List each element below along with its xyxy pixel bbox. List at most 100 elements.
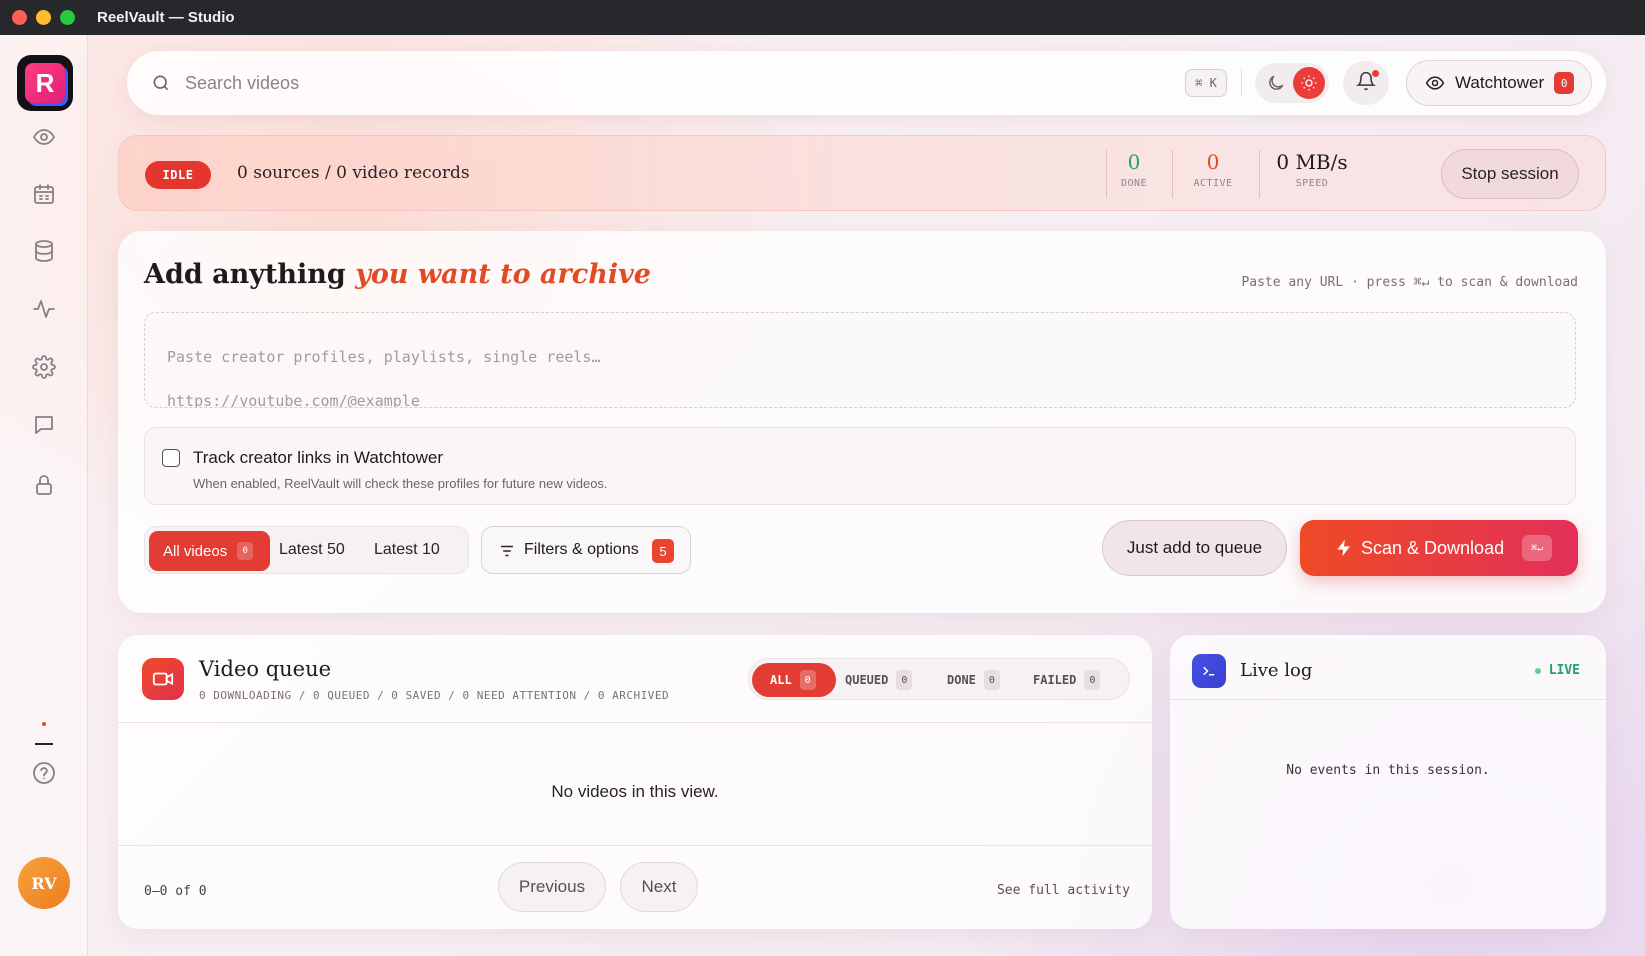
sidebar-item-library[interactable] xyxy=(29,238,59,268)
segment-all-videos[interactable]: All videos 0 xyxy=(149,531,270,571)
empty-state: No videos in this view. xyxy=(551,782,719,801)
stat-active-label: ACTIVE xyxy=(1193,178,1233,189)
top-search-bar: ⌘ K Watchtower 0 xyxy=(127,51,1606,115)
divider xyxy=(118,722,1152,723)
add-card: Add anything you want to archive Paste a… xyxy=(118,231,1606,613)
collapse-sidebar-handle[interactable] xyxy=(35,743,53,745)
scan-download-label: Scan & Download xyxy=(1361,538,1505,558)
segment-all-count: 0 xyxy=(237,542,254,560)
help-icon xyxy=(32,761,56,790)
tab-queued[interactable]: QUEUED 0 xyxy=(845,663,913,697)
scan-download-button[interactable]: Scan & Download ⌘↵ xyxy=(1300,520,1578,576)
title-bar: ReelVault — Studio xyxy=(0,0,1645,35)
sidebar-item-settings[interactable] xyxy=(29,354,59,384)
video-queue-summary: 0 DOWNLOADING / 0 QUEUED / 0 SAVED / 0 N… xyxy=(199,689,670,702)
live-log-title: Live log xyxy=(1240,660,1313,681)
tab-all-label: ALL xyxy=(770,673,792,687)
divider xyxy=(1170,699,1606,700)
sidebar-item-watch[interactable] xyxy=(29,124,59,154)
live-log-card: Live log LIVE No events in this session. xyxy=(1170,635,1606,929)
search-icon xyxy=(151,73,171,93)
moon-icon[interactable] xyxy=(1266,73,1286,93)
log-empty-state: No events in this session. xyxy=(1286,763,1490,778)
tab-failed-label: FAILED xyxy=(1033,673,1077,687)
filters-count-badge: 5 xyxy=(652,539,674,563)
tab-all-count: 0 xyxy=(799,670,816,690)
tab-done-label: DONE xyxy=(947,673,976,687)
database-icon xyxy=(32,239,56,268)
live-dot xyxy=(1534,667,1541,674)
tab-done[interactable]: DONE 0 xyxy=(947,663,1000,697)
next-button[interactable]: Next xyxy=(620,862,698,912)
page-title: Add anything you want to archive xyxy=(144,259,651,290)
stat-active-value: 0 xyxy=(1206,150,1220,174)
divider xyxy=(1172,150,1173,198)
tab-all[interactable]: ALL 0 xyxy=(752,663,836,697)
stat-active: 0 ACTIVE xyxy=(1181,150,1245,189)
notifications-button[interactable] xyxy=(1343,61,1389,105)
filter-icon xyxy=(498,542,516,560)
track-checkbox[interactable] xyxy=(162,449,180,467)
stat-speed: 0 MB/s SPEED xyxy=(1265,150,1359,189)
divider xyxy=(1259,150,1260,198)
filters-button[interactable]: Filters & options 5 xyxy=(481,526,691,574)
tab-failed[interactable]: FAILED 0 xyxy=(1033,663,1101,697)
title-plain: Add anything xyxy=(144,259,346,290)
logo-mark: R xyxy=(25,63,65,103)
stat-done: 0 DONE xyxy=(1112,150,1156,189)
sidebar-item-schedule[interactable] xyxy=(29,181,59,211)
eye-icon xyxy=(1425,73,1445,93)
terminal-icon xyxy=(1192,654,1226,688)
watchtower-button[interactable]: Watchtower 0 xyxy=(1406,60,1592,106)
sidebar-item-vault[interactable] xyxy=(29,472,59,502)
help-button[interactable] xyxy=(29,760,59,790)
stop-session-button[interactable]: Stop session xyxy=(1441,149,1579,199)
search-shortcut: ⌘ K xyxy=(1185,69,1227,97)
scope-segmented-control: All videos 0 Latest 50 Latest 10 xyxy=(144,526,469,574)
sidebar: R RV xyxy=(0,35,88,956)
pagination-range: 0–0 of 0 xyxy=(144,884,207,899)
search-input[interactable] xyxy=(185,68,1085,98)
url-input[interactable] xyxy=(144,312,1576,408)
tab-queued-label: QUEUED xyxy=(845,673,889,687)
zoom-window-button[interactable] xyxy=(60,10,75,25)
track-description: When enabled, ReelVault will check these… xyxy=(193,476,608,491)
divider xyxy=(1241,69,1242,97)
track-watchtower-option[interactable]: Track creator links in Watchtower When e… xyxy=(144,427,1576,505)
avatar[interactable]: RV xyxy=(18,857,70,909)
live-indicator: LIVE xyxy=(1534,663,1580,678)
stat-done-label: DONE xyxy=(1120,178,1148,189)
segment-latest-50[interactable]: Latest 50 xyxy=(279,541,345,559)
minimize-window-button[interactable] xyxy=(36,10,51,25)
tab-failed-count: 0 xyxy=(1084,670,1101,690)
close-window-button[interactable] xyxy=(12,10,27,25)
previous-button[interactable]: Previous xyxy=(498,862,606,912)
segment-latest-10[interactable]: Latest 10 xyxy=(374,541,440,559)
live-label: LIVE xyxy=(1548,663,1580,678)
segment-all-label: All videos xyxy=(163,542,228,560)
bolt-icon xyxy=(1334,538,1354,558)
sun-icon[interactable] xyxy=(1293,67,1325,99)
video-queue-title: Video queue xyxy=(199,657,332,681)
lock-icon xyxy=(32,473,56,502)
notification-dot xyxy=(1372,70,1379,77)
app-logo[interactable]: R xyxy=(17,55,73,111)
track-title: Track creator links in Watchtower xyxy=(193,448,444,467)
scan-shortcut: ⌘↵ xyxy=(1522,535,1552,561)
stat-speed-label: SPEED xyxy=(1295,178,1329,189)
sidebar-item-activity[interactable] xyxy=(29,296,59,326)
divider xyxy=(1106,150,1107,198)
add-to-queue-button[interactable]: Just add to queue xyxy=(1102,520,1287,576)
see-full-activity-link[interactable]: See full activity xyxy=(997,883,1130,898)
theme-toggle[interactable] xyxy=(1255,63,1329,103)
stat-done-value: 0 xyxy=(1127,150,1141,174)
title-accent: you want to archive xyxy=(355,259,651,290)
tab-queued-count: 0 xyxy=(896,670,913,690)
sidebar-item-messages[interactable] xyxy=(29,412,59,442)
sources-summary: 0 sources / 0 video records xyxy=(237,163,470,183)
stat-speed-value: 0 MB/s xyxy=(1276,150,1348,174)
calendar-icon xyxy=(32,182,56,211)
app-window: R RV ⌘ K xyxy=(0,35,1645,956)
watchtower-label: Watchtower xyxy=(1455,73,1545,92)
paste-hint: Paste any URL · press ⌘↵ to scan & downl… xyxy=(1241,275,1578,290)
